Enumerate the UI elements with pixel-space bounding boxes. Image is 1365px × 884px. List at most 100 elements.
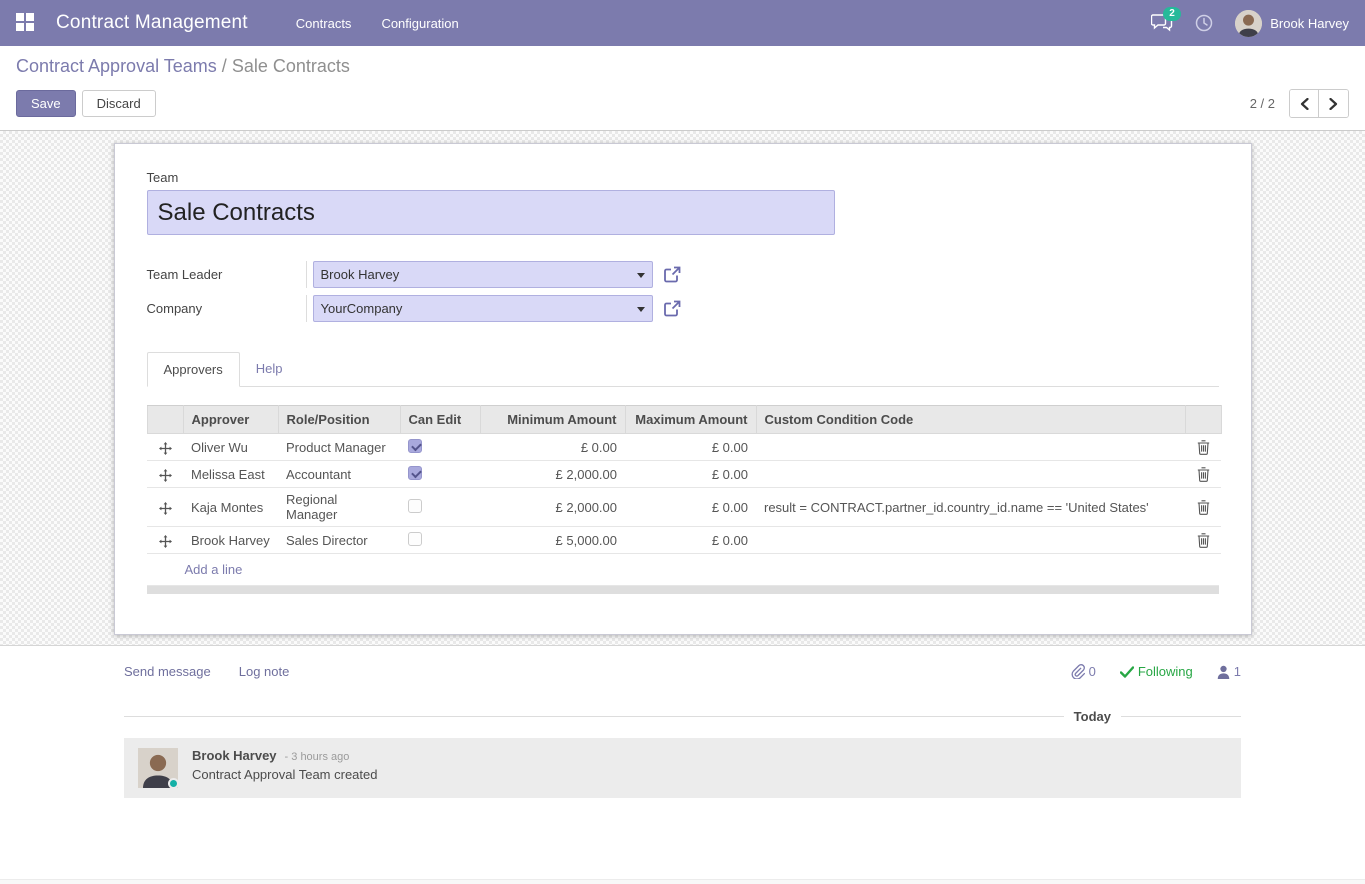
following-label: Following [1138, 664, 1193, 679]
chatter: Send message Log note 0 Following 1 Toda… [0, 645, 1365, 853]
team-leader-select[interactable]: Brook Harvey [313, 261, 653, 288]
apps-grid-icon[interactable] [16, 13, 36, 33]
table-row: Brook Harvey Sales Director £ 5,000.00 £… [147, 527, 1221, 554]
min-amount-cell[interactable]: £ 2,000.00 [480, 461, 625, 488]
delete-row-icon[interactable] [1197, 467, 1210, 482]
approver-column-header[interactable]: Approver [183, 406, 278, 434]
delete-row-icon[interactable] [1197, 500, 1210, 515]
main-menu: Contracts Configuration [296, 16, 459, 31]
role-column-header[interactable]: Role/Position [278, 406, 400, 434]
approvers-table-body: Oliver Wu Product Manager £ 0.00 £ 0.00 … [147, 434, 1221, 554]
breadcrumb: Contract Approval Teams / Sale Contracts [16, 56, 1349, 77]
min-amount-cell[interactable]: £ 0.00 [480, 434, 625, 461]
drag-handle-icon[interactable] [159, 442, 172, 455]
can-edit-checkbox[interactable] [408, 499, 422, 513]
team-name-input[interactable] [147, 190, 835, 235]
menu-item-contracts[interactable]: Contracts [296, 16, 352, 31]
add-a-line-link[interactable]: Add a line [147, 554, 1219, 586]
user-menu[interactable]: Brook Harvey [1235, 10, 1349, 37]
can-edit-checkbox[interactable] [408, 532, 422, 546]
team-field-label: Team [147, 170, 1219, 185]
table-row: Kaja Montes Regional Manager £ 2,000.00 … [147, 488, 1221, 527]
team-leader-external-link-icon[interactable] [663, 265, 682, 284]
breadcrumb-separator: / [222, 56, 232, 76]
min-amount-cell[interactable]: £ 2,000.00 [480, 488, 625, 527]
menu-item-configuration[interactable]: Configuration [381, 16, 458, 31]
drag-handle-icon[interactable] [159, 502, 172, 515]
tab-help[interactable]: Help [240, 352, 299, 387]
pager-next-icon[interactable] [1319, 90, 1348, 117]
paperclip-icon [1070, 664, 1085, 679]
max-amount-cell[interactable]: £ 0.00 [625, 434, 756, 461]
drag-handle-icon[interactable] [159, 469, 172, 482]
date-separator-label: Today [1064, 709, 1121, 724]
pager-count: 2 / 2 [1250, 96, 1275, 111]
form-sheet: Team Team Leader Brook Harvey Company [114, 143, 1252, 635]
log-note-button[interactable]: Log note [239, 664, 290, 679]
pager-previous-icon[interactable] [1290, 90, 1319, 117]
message-timestamp: - 3 hours ago [285, 751, 350, 763]
max-amount-cell[interactable]: £ 0.00 [625, 488, 756, 527]
min-amount-column-header[interactable]: Minimum Amount [480, 406, 625, 434]
footer-strip [0, 879, 1365, 884]
max-amount-cell[interactable]: £ 0.00 [625, 461, 756, 488]
company-value: YourCompany [321, 301, 403, 316]
role-cell[interactable]: Sales Director [278, 527, 400, 554]
condition-cell[interactable]: result = CONTRACT.partner_id.country_id.… [756, 488, 1185, 527]
can-edit-checkbox[interactable] [408, 466, 422, 480]
person-icon [1217, 665, 1230, 679]
save-button[interactable]: Save [16, 90, 76, 117]
role-cell[interactable]: Accountant [278, 461, 400, 488]
company-label: Company [147, 295, 307, 322]
approver-cell[interactable]: Brook Harvey [183, 527, 278, 554]
team-leader-value: Brook Harvey [321, 267, 400, 282]
role-cell[interactable]: Product Manager [278, 434, 400, 461]
followers-button[interactable]: 1 [1217, 664, 1241, 679]
control-panel: Contract Approval Teams / Sale Contracts… [0, 46, 1365, 131]
max-amount-cell[interactable]: £ 0.00 [625, 527, 756, 554]
message-body: Contract Approval Team created [192, 767, 377, 782]
message-author-name[interactable]: Brook Harvey [192, 748, 277, 763]
role-cell[interactable]: Regional Manager [278, 488, 400, 527]
user-avatar [1235, 10, 1262, 37]
delete-column-header [1185, 406, 1221, 434]
approver-cell[interactable]: Melissa East [183, 461, 278, 488]
online-status-dot [168, 778, 179, 789]
delete-row-icon[interactable] [1197, 440, 1210, 455]
condition-cell[interactable] [756, 434, 1185, 461]
condition-column-header[interactable]: Custom Condition Code [756, 406, 1185, 434]
team-leader-label: Team Leader [147, 261, 307, 288]
approver-cell[interactable]: Oliver Wu [183, 434, 278, 461]
table-row: Melissa East Accountant £ 2,000.00 £ 0.0… [147, 461, 1221, 488]
company-external-link-icon[interactable] [663, 299, 682, 318]
send-message-button[interactable]: Send message [124, 664, 211, 679]
attachments-button[interactable]: 0 [1070, 664, 1096, 679]
table-header-row: Approver Role/Position Can Edit Minimum … [147, 406, 1221, 434]
messages-icon[interactable]: 2 [1151, 14, 1173, 32]
following-button[interactable]: Following [1120, 664, 1193, 679]
condition-cell[interactable] [756, 527, 1185, 554]
breadcrumb-current: Sale Contracts [232, 56, 350, 76]
condition-cell[interactable] [756, 461, 1185, 488]
can-edit-column-header[interactable]: Can Edit [400, 406, 480, 434]
messages-count-badge: 2 [1163, 7, 1181, 21]
form-view-background: Team Team Leader Brook Harvey Company [0, 131, 1365, 645]
date-separator: Today [124, 709, 1241, 724]
activity-clock-icon[interactable] [1195, 14, 1213, 32]
can-edit-checkbox[interactable] [408, 439, 422, 453]
approver-cell[interactable]: Kaja Montes [183, 488, 278, 527]
table-row: Oliver Wu Product Manager £ 0.00 £ 0.00 [147, 434, 1221, 461]
min-amount-cell[interactable]: £ 5,000.00 [480, 527, 625, 554]
company-select[interactable]: YourCompany [313, 295, 653, 322]
tab-approvers[interactable]: Approvers [147, 352, 240, 387]
max-amount-column-header[interactable]: Maximum Amount [625, 406, 756, 434]
breadcrumb-parent-link[interactable]: Contract Approval Teams [16, 56, 217, 76]
check-icon [1120, 666, 1134, 678]
app-title: Contract Management [56, 12, 248, 34]
table-horizontal-scrollbar[interactable] [147, 586, 1219, 594]
delete-row-icon[interactable] [1197, 533, 1210, 548]
discard-button[interactable]: Discard [82, 90, 156, 117]
chevron-down-icon [637, 307, 645, 312]
followers-count: 1 [1234, 664, 1241, 679]
drag-handle-icon[interactable] [159, 535, 172, 548]
